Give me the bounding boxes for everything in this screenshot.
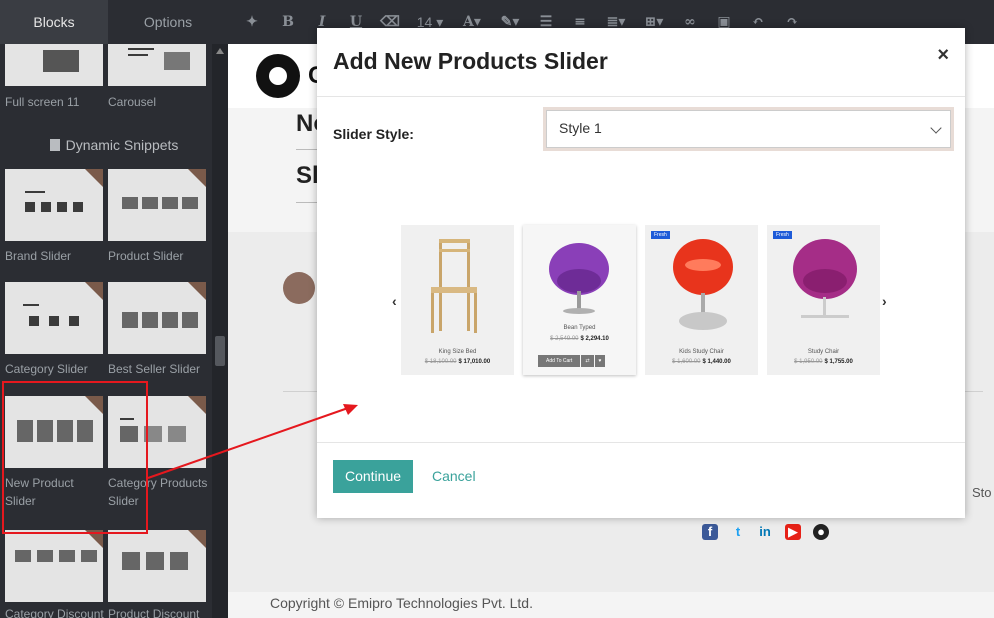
snippet-category-slider[interactable] (5, 282, 103, 354)
snippet-category-discount[interactable] (5, 530, 103, 602)
snippet-thumbnail (5, 530, 103, 602)
chair-image (673, 239, 733, 330)
continue-button[interactable]: Continue (333, 460, 413, 493)
compare-icon: ⇄ (581, 355, 594, 367)
product-name: King Size Bed (438, 349, 477, 355)
snippet-label: Best Seller Slider (108, 362, 201, 376)
twitter-icon[interactable]: t (730, 524, 746, 540)
chevron-right-icon: › (882, 293, 887, 309)
chair-image (793, 239, 857, 318)
location-pin-icon (283, 272, 315, 304)
snippet-thumbnail (108, 530, 206, 602)
product-card: Fresh Study Chair $ 1,950.00 $ 1,755.00 (767, 225, 880, 375)
store-text: Sto (972, 485, 992, 500)
cancel-button[interactable]: Cancel (432, 460, 476, 493)
highlight-box (2, 381, 148, 534)
snippet-thumbnail (5, 44, 103, 86)
add-to-cart-button: Add To Cart (538, 355, 581, 367)
snippet-label: Category Discount (5, 607, 104, 618)
product-card: King Size Bed $ 18,100.00 $ 17,010.00 (401, 225, 514, 375)
sidebar-scrollbar[interactable] (212, 44, 228, 618)
tab-options[interactable]: Options (108, 0, 228, 44)
snippet-thumbnail (108, 169, 206, 241)
new-price: $ 1,440.00 (702, 359, 731, 365)
chair-image (549, 243, 609, 314)
snippet-thumbnail (108, 44, 206, 86)
snippet-thumbnail (5, 282, 103, 354)
modal-header: Add New Products Slider × (317, 28, 965, 97)
card-actions: Add To Cart ⇄ ♥ (538, 355, 606, 367)
new-price: $ 2,294.10 (580, 336, 609, 342)
product-price: $ 2,549.00 $ 2,294.10 (523, 336, 636, 342)
chevron-down-icon (930, 122, 942, 134)
chair-image (431, 239, 477, 333)
product-name: Kids Study Chair (679, 349, 724, 355)
chevron-left-icon: ‹ (392, 293, 397, 309)
fresh-badge: Fresh (773, 231, 792, 239)
snippet-label: Brand Slider (5, 249, 72, 263)
snippet-product-discount[interactable] (108, 530, 206, 602)
product-card: Fresh Kids Study Chair $ 1,600.00 $ 1,440… (645, 225, 758, 375)
slider-style-value: Style 1 (559, 120, 602, 136)
document-icon (49, 139, 60, 151)
new-price: $ 1,755.00 (824, 359, 853, 365)
snippet-carousel[interactable] (108, 44, 206, 86)
old-price: $ 1,600.00 (672, 359, 701, 365)
product-price: $ 1,950.00 $ 1,755.00 (767, 359, 880, 365)
wishlist-icon: ♥ (594, 355, 606, 367)
slider-style-select[interactable]: Style 1 (546, 110, 951, 148)
modal-footer: Continue Cancel (317, 442, 965, 518)
slider-style-label: Slider Style: (333, 126, 414, 142)
modal-title: Add New Products Slider (333, 48, 608, 74)
fresh-badge: Fresh (651, 231, 670, 239)
scrollbar-thumb[interactable] (215, 336, 225, 366)
snippet-product-slider[interactable] (108, 169, 206, 241)
snippet-label: Product Discount (108, 607, 200, 618)
product-name: Study Chair (807, 349, 840, 355)
section-title-dynamic-snippets: Dynamic Snippets (0, 134, 228, 156)
sidebar-tabs: Blocks Options (0, 0, 228, 44)
snippet-best-seller-slider[interactable] (108, 282, 206, 354)
product-price: $ 1,600.00 $ 1,440.00 (645, 359, 758, 365)
new-price: $ 17,010.00 (458, 359, 491, 365)
old-price: $ 18,100.00 (424, 359, 457, 365)
bold-icon[interactable]: B (276, 14, 300, 30)
slider-preview: ‹ King Size Bed $ 18,100.00$ 17,010.00 (392, 223, 892, 383)
github-icon[interactable]: ● (813, 524, 829, 540)
linkedin-icon[interactable]: in (757, 524, 773, 540)
page-heading: Sl (296, 162, 319, 189)
product-card: Bean Typed $ 2,549.00 $ 2,294.10 Add To C… (523, 225, 636, 375)
section-title-text: Dynamic Snippets (65, 137, 179, 153)
magic-wand-icon[interactable]: ✦ (238, 14, 266, 30)
snippet-thumbnail (108, 282, 206, 354)
scroll-up-icon[interactable] (216, 48, 224, 54)
snippet-label: Category Slider (5, 362, 88, 376)
snippet-label: Full screen 11 (5, 95, 80, 109)
youtube-icon[interactable]: ▶ (785, 524, 801, 540)
snippet-brand-slider[interactable] (5, 169, 103, 241)
add-products-slider-dialog: Add New Products Slider × Slider Style: … (317, 28, 965, 518)
snippet-label: Carousel (108, 95, 157, 109)
old-price: $ 2,549.00 (550, 336, 579, 342)
old-price: $ 1,950.00 (794, 359, 823, 365)
snippet-thumbnail (5, 169, 103, 241)
snippet-label: Product Slider (108, 249, 184, 263)
snippet-full-screen[interactable] (5, 44, 103, 86)
logo-icon (256, 54, 300, 98)
close-icon[interactable]: × (937, 44, 949, 67)
product-price: $ 18,100.00 $ 17,010.00 (401, 359, 514, 365)
product-name: Bean Typed (563, 325, 596, 331)
copyright-text: Copyright © Emipro Technologies Pvt. Ltd… (270, 595, 533, 611)
facebook-icon[interactable]: f (702, 524, 718, 540)
tab-blocks[interactable]: Blocks (0, 0, 108, 44)
